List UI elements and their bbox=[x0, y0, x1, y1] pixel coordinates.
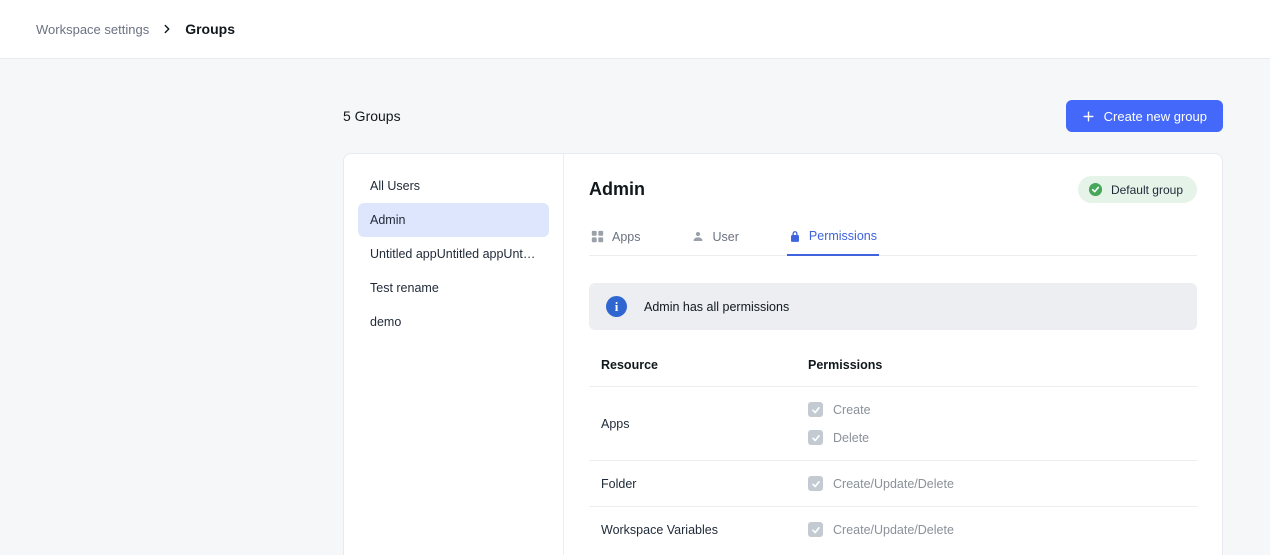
table-row: Folder Create/Update/Delete bbox=[589, 461, 1197, 507]
groups-page: 5 Groups Create new group All Users Admi… bbox=[343, 100, 1223, 555]
create-new-group-button[interactable]: Create new group bbox=[1066, 100, 1223, 132]
checkbox-apps-delete[interactable] bbox=[808, 430, 823, 445]
resource-name: Apps bbox=[601, 417, 808, 431]
group-title: Admin bbox=[589, 179, 645, 200]
permissions-table: Resource Permissions Apps Create bbox=[589, 344, 1197, 552]
sidebar-item-untitled-app[interactable]: Untitled appUntitled appUntitle… bbox=[358, 237, 549, 271]
column-header-permissions: Permissions bbox=[808, 358, 882, 372]
default-group-badge: Default group bbox=[1078, 176, 1197, 203]
sidebar-item-admin[interactable]: Admin bbox=[358, 203, 549, 237]
checkbox-folder-cud[interactable] bbox=[808, 476, 823, 491]
lock-icon bbox=[789, 230, 801, 243]
breadcrumb-workspace-settings[interactable]: Workspace settings bbox=[36, 22, 149, 37]
chevron-right-icon bbox=[160, 22, 174, 36]
permission-label: Delete bbox=[833, 431, 869, 445]
info-icon: i bbox=[606, 296, 627, 317]
permission-label: Create/Update/Delete bbox=[833, 477, 954, 491]
banner-text: Admin has all permissions bbox=[644, 300, 789, 314]
resource-name: Folder bbox=[601, 477, 808, 491]
create-new-group-label: Create new group bbox=[1104, 109, 1207, 124]
tab-user[interactable]: User bbox=[689, 220, 741, 255]
table-row: Apps Create Delete bbox=[589, 387, 1197, 461]
column-header-resource: Resource bbox=[601, 358, 808, 372]
plus-icon bbox=[1082, 110, 1095, 123]
checkbox-workspace-variables-cud[interactable] bbox=[808, 522, 823, 537]
permission-label: Create bbox=[833, 403, 871, 417]
groups-count-label: 5 Groups bbox=[343, 108, 401, 124]
group-list: All Users Admin Untitled appUntitled app… bbox=[344, 154, 564, 555]
sidebar-item-demo[interactable]: demo bbox=[358, 305, 549, 339]
groups-card: All Users Admin Untitled appUntitled app… bbox=[343, 153, 1223, 555]
group-tabs: Apps User bbox=[589, 220, 1197, 256]
group-detail: Admin Default group bbox=[564, 154, 1222, 555]
checkbox-apps-create[interactable] bbox=[808, 402, 823, 417]
sidebar-item-all-users[interactable]: All Users bbox=[358, 169, 549, 203]
user-icon bbox=[691, 230, 705, 243]
tab-permissions[interactable]: Permissions bbox=[787, 220, 879, 256]
permissions-info-banner: i Admin has all permissions bbox=[589, 283, 1197, 330]
green-check-icon bbox=[1088, 182, 1103, 197]
breadcrumb-current-groups: Groups bbox=[185, 21, 235, 37]
top-bar: Workspace settings Groups bbox=[0, 0, 1270, 59]
apps-grid-icon bbox=[591, 230, 604, 243]
table-row: Workspace Variables Create/Update/Delete bbox=[589, 507, 1197, 552]
permission-label: Create/Update/Delete bbox=[833, 523, 954, 537]
default-group-badge-label: Default group bbox=[1111, 183, 1183, 197]
table-header: Resource Permissions bbox=[589, 344, 1197, 387]
resource-name: Workspace Variables bbox=[601, 523, 808, 537]
tab-apps[interactable]: Apps bbox=[589, 220, 643, 255]
sidebar-item-test-rename[interactable]: Test rename bbox=[358, 271, 549, 305]
